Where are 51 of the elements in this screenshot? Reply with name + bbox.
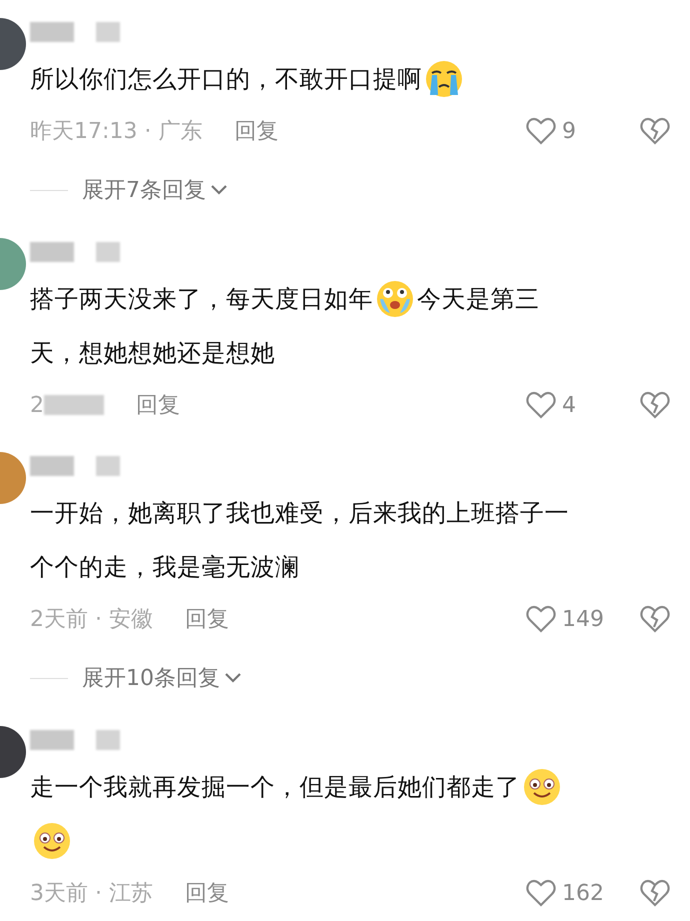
like-count: 149 [562, 606, 605, 632]
comment-text: 天，想她想她还是想她 [30, 338, 275, 369]
broken-heart-icon [640, 879, 670, 907]
comment-text: 走一个我就再发掘一个，但是最后她们都走了 [30, 772, 520, 803]
heart-icon [526, 391, 556, 419]
blurred-username [30, 22, 74, 42]
heart-icon [526, 879, 556, 907]
heart-icon [526, 605, 556, 633]
comment-text: 一开始，她离职了我也难受，后来我的上班搭子一 [30, 498, 569, 529]
reply-button[interactable]: 回复 [184, 878, 229, 908]
comment-text: 搭子两天没来了，每天度日如年 [30, 284, 373, 315]
like-button[interactable] [526, 605, 556, 633]
comment-text: 所以你们怎么开口的，不敢开口提啊 [30, 64, 422, 95]
dislike-button[interactable] [640, 605, 670, 633]
smiling-face-icon [522, 767, 562, 807]
like-button[interactable] [526, 391, 556, 419]
blurred-username [96, 456, 120, 476]
like-count: 4 [562, 392, 577, 418]
comment-text: 今天是第三 [417, 284, 540, 315]
heart-icon [526, 117, 556, 145]
like-count: 9 [562, 118, 577, 144]
dislike-button[interactable] [640, 391, 670, 419]
broken-heart-icon [640, 605, 670, 633]
chevron-down-icon [210, 184, 228, 196]
blurred-username [96, 730, 120, 750]
comment-meta: 2天前 · 安徽 [30, 606, 153, 634]
blurred-username [96, 242, 120, 262]
broken-heart-icon [640, 391, 670, 419]
chevron-down-icon [224, 672, 242, 684]
dislike-button[interactable] [640, 879, 670, 907]
reply-button[interactable]: 回复 [234, 116, 278, 146]
like-button[interactable] [526, 117, 556, 145]
crying-face-icon [424, 59, 464, 99]
reply-button[interactable]: 回复 [136, 390, 180, 420]
like-count: 162 [562, 880, 605, 906]
comment-meta: 2 [30, 392, 44, 418]
comment-text: 个个的走，我是毫无波澜 [30, 552, 300, 583]
comment-meta: 昨天17:13 · 广东 [30, 118, 202, 146]
smiling-face-icon [32, 821, 72, 861]
like-button[interactable] [526, 879, 556, 907]
expand-replies-button[interactable]: 展开10条回复 [82, 663, 242, 693]
teary-face-icon [375, 279, 415, 319]
reply-button[interactable]: 回复 [184, 604, 229, 634]
expand-replies-button[interactable]: 展开7条回复 [82, 175, 228, 205]
blurred-username [96, 22, 120, 42]
blurred-username [30, 242, 74, 262]
comment-meta: 3天前 · 江苏 [30, 880, 153, 908]
dislike-button[interactable] [640, 117, 670, 145]
blurred-username [30, 730, 74, 750]
broken-heart-icon [640, 117, 670, 145]
blurred-username [30, 456, 74, 476]
